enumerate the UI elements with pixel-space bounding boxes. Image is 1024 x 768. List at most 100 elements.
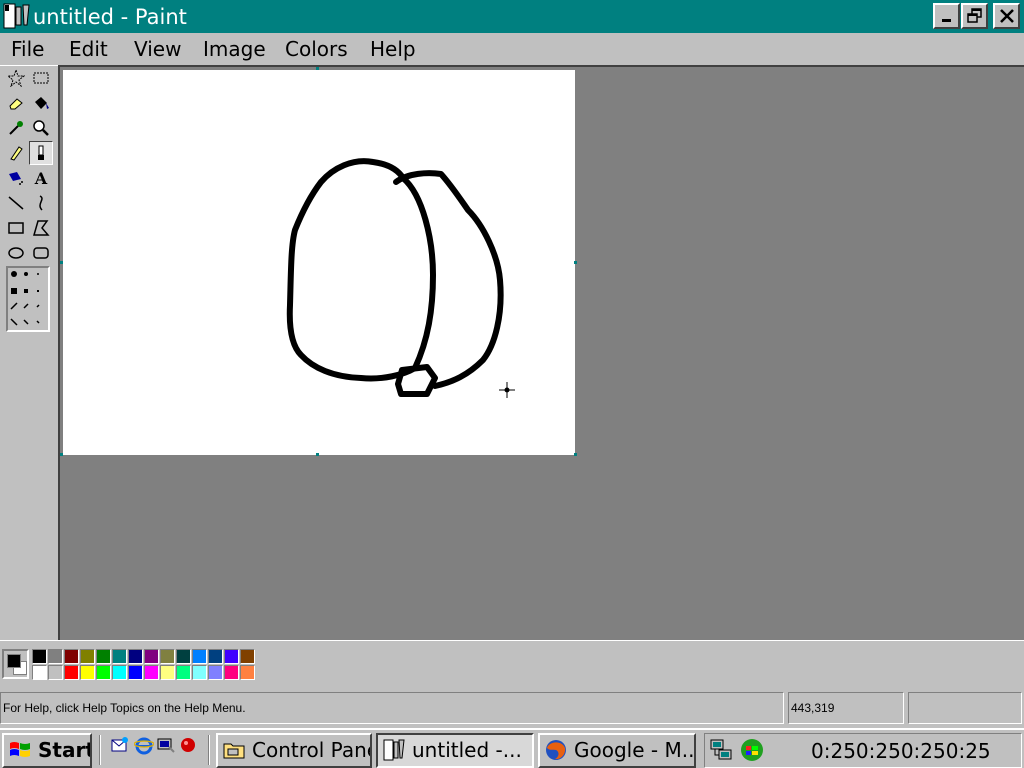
drawn-shape-right	[393, 170, 504, 389]
airbrush-icon	[9, 172, 23, 185]
palette-swatch[interactable]	[192, 649, 207, 664]
selection-size	[908, 692, 1022, 724]
minimize-button[interactable]	[933, 3, 960, 29]
brush-options[interactable]	[6, 266, 50, 332]
tool-rounded-rectangle[interactable]	[29, 241, 53, 265]
palette-swatch[interactable]	[48, 665, 63, 680]
brush-shape-options[interactable]	[8, 268, 48, 330]
palette-swatch[interactable]	[208, 649, 223, 664]
tool-brush[interactable]	[29, 141, 53, 165]
palette-swatch[interactable]	[96, 649, 111, 664]
tool-pencil[interactable]	[4, 141, 28, 165]
palette-swatch[interactable]	[144, 665, 159, 680]
taskbar-separator	[208, 735, 210, 765]
brush-icon	[38, 145, 44, 160]
palette-swatch[interactable]	[112, 665, 127, 680]
palette-swatch[interactable]	[160, 649, 175, 664]
menu-image[interactable]: Image	[203, 36, 266, 62]
folder-icon	[223, 743, 245, 759]
paint-icon	[383, 739, 405, 761]
task-control-panel[interactable]: Control Panel	[216, 733, 372, 768]
menu-bar: File Edit View Image Colors Help	[0, 33, 1024, 65]
palette-swatch[interactable]	[96, 665, 111, 680]
menu-edit[interactable]: Edit	[69, 36, 108, 62]
network-icon[interactable]	[709, 737, 735, 763]
palette-swatch[interactable]	[80, 665, 95, 680]
palette-swatch[interactable]	[80, 649, 95, 664]
taskbar: Start Control Panel untitled -... Google…	[0, 728, 1024, 768]
current-colors[interactable]	[2, 649, 29, 679]
windows-logo-icon	[10, 742, 30, 757]
tool-text[interactable]: A	[29, 166, 53, 190]
rect-select-icon	[33, 72, 49, 84]
pencil-icon	[10, 146, 23, 161]
windows-update-icon[interactable]	[739, 737, 765, 763]
tool-fill-with-color[interactable]	[29, 91, 53, 115]
help-text: For Help, click Help Topics on the Help …	[0, 692, 784, 724]
palette-swatch[interactable]	[192, 665, 207, 680]
curve-icon	[39, 195, 43, 211]
palette-swatch[interactable]	[64, 665, 79, 680]
palette-swatch[interactable]	[144, 649, 159, 664]
palette-swatch[interactable]	[32, 649, 47, 664]
work-area[interactable]	[58, 65, 1024, 640]
menu-file[interactable]: File	[11, 36, 44, 62]
star-select-icon	[7, 69, 25, 87]
canvas-resize-handle[interactable]	[60, 261, 63, 264]
tool-line[interactable]	[4, 191, 28, 215]
drawn-shape-left	[286, 158, 436, 382]
clock: 0:250:250:250:25	[811, 739, 991, 763]
canvas-resize-handle[interactable]	[316, 67, 319, 70]
tool-polygon[interactable]	[29, 216, 53, 240]
palette-swatch[interactable]	[64, 649, 79, 664]
status-bar: For Help, click Help Topics on the Help …	[0, 688, 1024, 728]
palette-swatch[interactable]	[48, 649, 63, 664]
palette-swatch[interactable]	[240, 649, 255, 664]
tool-airbrush[interactable]	[4, 166, 28, 190]
tool-free-form-select[interactable]	[4, 66, 28, 90]
close-button[interactable]	[993, 3, 1020, 29]
palette-swatch[interactable]	[160, 665, 175, 680]
canvas-resize-handle[interactable]	[60, 453, 63, 456]
task-paint[interactable]: untitled -...	[376, 733, 534, 768]
start-button[interactable]: Start	[2, 733, 92, 768]
palette-swatch[interactable]	[128, 649, 143, 664]
tool-rectangle[interactable]	[4, 216, 28, 240]
menu-view[interactable]: View	[134, 36, 181, 62]
menu-colors[interactable]: Colors	[285, 36, 348, 62]
palette-swatch[interactable]	[128, 665, 143, 680]
canvas-resize-handle[interactable]	[574, 453, 577, 456]
drawing-canvas[interactable]	[63, 70, 575, 455]
foreground-color	[7, 654, 21, 668]
tool-select[interactable]	[29, 66, 53, 90]
palette-swatch[interactable]	[208, 665, 223, 680]
palette-swatch[interactable]	[112, 649, 127, 664]
paint-icon	[3, 3, 30, 29]
start-label: Start	[38, 738, 92, 762]
show-desktop-icon[interactable]	[156, 735, 176, 755]
tool-curve[interactable]	[29, 191, 53, 215]
task-label: Google - M...	[574, 738, 696, 762]
palette-swatch[interactable]	[176, 665, 191, 680]
drawing	[286, 158, 515, 398]
tool-eraser[interactable]	[4, 91, 28, 115]
palette-swatch[interactable]	[176, 649, 191, 664]
title-bar[interactable]: untitled - Paint	[0, 0, 1024, 33]
palette-swatch[interactable]	[32, 665, 47, 680]
firefox-icon	[546, 740, 566, 760]
tool-ellipse[interactable]	[4, 241, 28, 265]
close-icon	[999, 9, 1014, 23]
task-firefox-google[interactable]: Google - M...	[538, 733, 696, 768]
outlook-express-icon[interactable]	[110, 735, 130, 755]
palette-swatch[interactable]	[224, 665, 239, 680]
menu-help[interactable]: Help	[370, 36, 416, 62]
canvas-resize-handle[interactable]	[574, 261, 577, 264]
palette-swatch[interactable]	[224, 649, 239, 664]
tool-magnifier[interactable]	[29, 116, 53, 140]
restore-button[interactable]	[961, 3, 988, 29]
tool-pick-color[interactable]	[4, 116, 28, 140]
canvas-resize-handle[interactable]	[316, 453, 319, 456]
palette-swatch[interactable]	[240, 665, 255, 680]
internet-explorer-icon[interactable]	[134, 735, 154, 755]
channels-icon[interactable]	[178, 735, 198, 755]
